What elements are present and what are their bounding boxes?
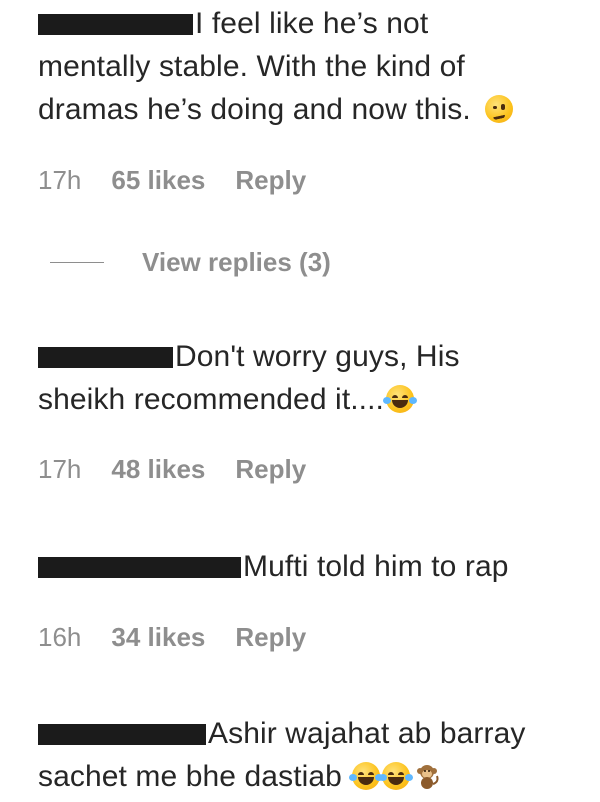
comment-2-meta: 17h 48 likes Reply bbox=[38, 454, 336, 484]
view-replies-label: View replies (3) bbox=[142, 247, 331, 277]
comment-4: Ashir wajahat ab barray sachet me bhe da… bbox=[38, 712, 580, 798]
comment-1-meta: 17h 65 likes Reply bbox=[38, 165, 336, 195]
comment-text: I feel like he’s not bbox=[195, 7, 429, 40]
view-replies-button[interactable]: View replies (3) bbox=[50, 247, 331, 278]
comment-text: Mufti told him to rap bbox=[243, 550, 509, 583]
reply-button[interactable]: Reply bbox=[235, 454, 306, 484]
redacted-username[interactable] bbox=[38, 724, 206, 745]
timestamp: 16h bbox=[38, 622, 82, 652]
comment-1: I feel like he’s not mentally stable. Wi… bbox=[38, 2, 580, 131]
comment-text: Don't worry guys, His bbox=[175, 340, 460, 373]
likes-count[interactable]: 48 likes bbox=[111, 454, 205, 484]
comment-3-meta: 16h 34 likes Reply bbox=[38, 622, 336, 652]
comment-2: Don't worry guys, His sheikh recommended… bbox=[38, 335, 580, 421]
monkey-icon bbox=[413, 759, 441, 789]
comment-text: mentally stable. With the kind of bbox=[38, 50, 465, 83]
comment-text: sachet me bhe dastiab bbox=[38, 760, 342, 793]
redacted-username[interactable] bbox=[38, 557, 241, 578]
woozy-face-icon bbox=[485, 95, 514, 123]
reply-button[interactable]: Reply bbox=[235, 622, 306, 652]
likes-count[interactable]: 65 likes bbox=[111, 165, 205, 195]
laughing-tears-icon bbox=[379, 762, 414, 790]
laughing-tears-icon bbox=[383, 385, 417, 413]
divider-line bbox=[50, 262, 104, 263]
timestamp: 17h bbox=[38, 454, 82, 484]
comment-text: dramas he’s doing and now this. bbox=[38, 93, 471, 126]
comment-3: Mufti told him to rap bbox=[38, 545, 580, 588]
laughing-tears-icon bbox=[349, 762, 384, 790]
likes-count[interactable]: 34 likes bbox=[111, 622, 205, 652]
timestamp: 17h bbox=[38, 165, 82, 195]
comment-text: Ashir wajahat ab barray bbox=[208, 717, 526, 750]
reply-button[interactable]: Reply bbox=[235, 165, 306, 195]
redacted-username[interactable] bbox=[38, 14, 193, 35]
comment-text: sheikh recommended it.... bbox=[38, 383, 384, 416]
redacted-username[interactable] bbox=[38, 347, 173, 368]
